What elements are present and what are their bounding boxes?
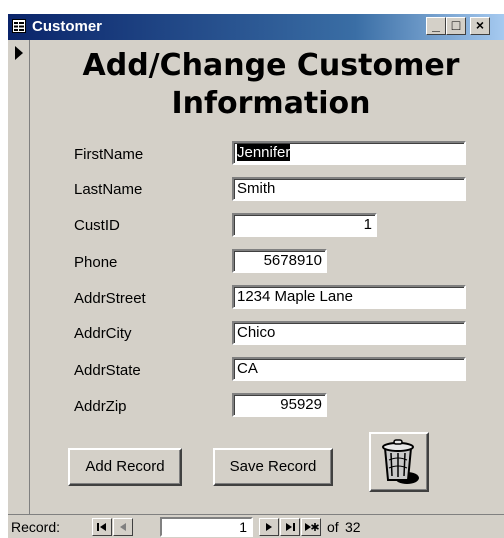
addrstate-field[interactable]: CA — [232, 357, 466, 381]
lastname-field[interactable]: Smith — [232, 177, 466, 201]
form-heading-line1: Add/Change Customer — [82, 48, 460, 83]
save-record-button[interactable]: Save Record — [213, 448, 333, 486]
form-heading-line2: Information — [171, 86, 371, 121]
delete-record-button[interactable] — [369, 432, 429, 492]
trash-can-icon — [382, 439, 419, 484]
new-record-icon — [305, 523, 319, 531]
addrzip-label: AddrZip — [74, 398, 127, 415]
of-label: of — [327, 519, 339, 535]
form-icon — [12, 19, 26, 33]
next-record-button[interactable] — [259, 518, 279, 536]
custid-label: CustID — [74, 217, 120, 234]
record-navigation-bar: Record: 1 of 32 — [8, 514, 504, 538]
next-record-icon — [266, 523, 272, 531]
add-record-button[interactable]: Add Record — [68, 448, 182, 486]
addrstate-label: AddrState — [74, 362, 141, 379]
addrstreet-field[interactable]: 1234 Maple Lane — [232, 285, 466, 309]
record-label: Record: — [11, 519, 61, 535]
firstname-field[interactable]: Jennifer — [232, 141, 466, 165]
addrcity-label: AddrCity — [74, 325, 132, 342]
phone-field[interactable]: 5678910 — [232, 249, 327, 273]
last-record-button[interactable] — [280, 518, 300, 536]
customer-form-window: Customer _ □ × Add/Change Customer Infor… — [8, 14, 504, 538]
last-record-icon — [286, 523, 295, 531]
phone-label: Phone — [74, 254, 118, 271]
maximize-button[interactable]: □ — [446, 17, 466, 35]
window-title: Customer — [32, 18, 103, 35]
addrzip-field[interactable]: 95929 — [232, 393, 327, 417]
new-record-button[interactable] — [301, 518, 321, 536]
first-record-button[interactable] — [92, 518, 112, 536]
record-selector[interactable] — [8, 40, 30, 514]
title-bar[interactable]: Customer _ □ × — [8, 14, 504, 40]
current-record-field[interactable]: 1 — [160, 517, 253, 537]
current-record-arrow-icon — [15, 46, 23, 60]
firstname-value: Jennifer — [237, 144, 291, 161]
lastname-label: LastName — [74, 181, 143, 198]
first-record-icon — [97, 523, 106, 531]
firstname-label: FirstName — [74, 146, 144, 163]
addrstreet-label: AddrStreet — [74, 290, 146, 307]
addrcity-field[interactable]: Chico — [232, 321, 466, 345]
minimize-button[interactable]: _ — [426, 17, 446, 35]
total-records: 32 — [345, 519, 361, 535]
previous-record-icon — [120, 523, 126, 531]
custid-field[interactable]: 1 — [232, 213, 377, 237]
close-button[interactable]: × — [470, 17, 490, 35]
previous-record-button[interactable] — [113, 518, 133, 536]
